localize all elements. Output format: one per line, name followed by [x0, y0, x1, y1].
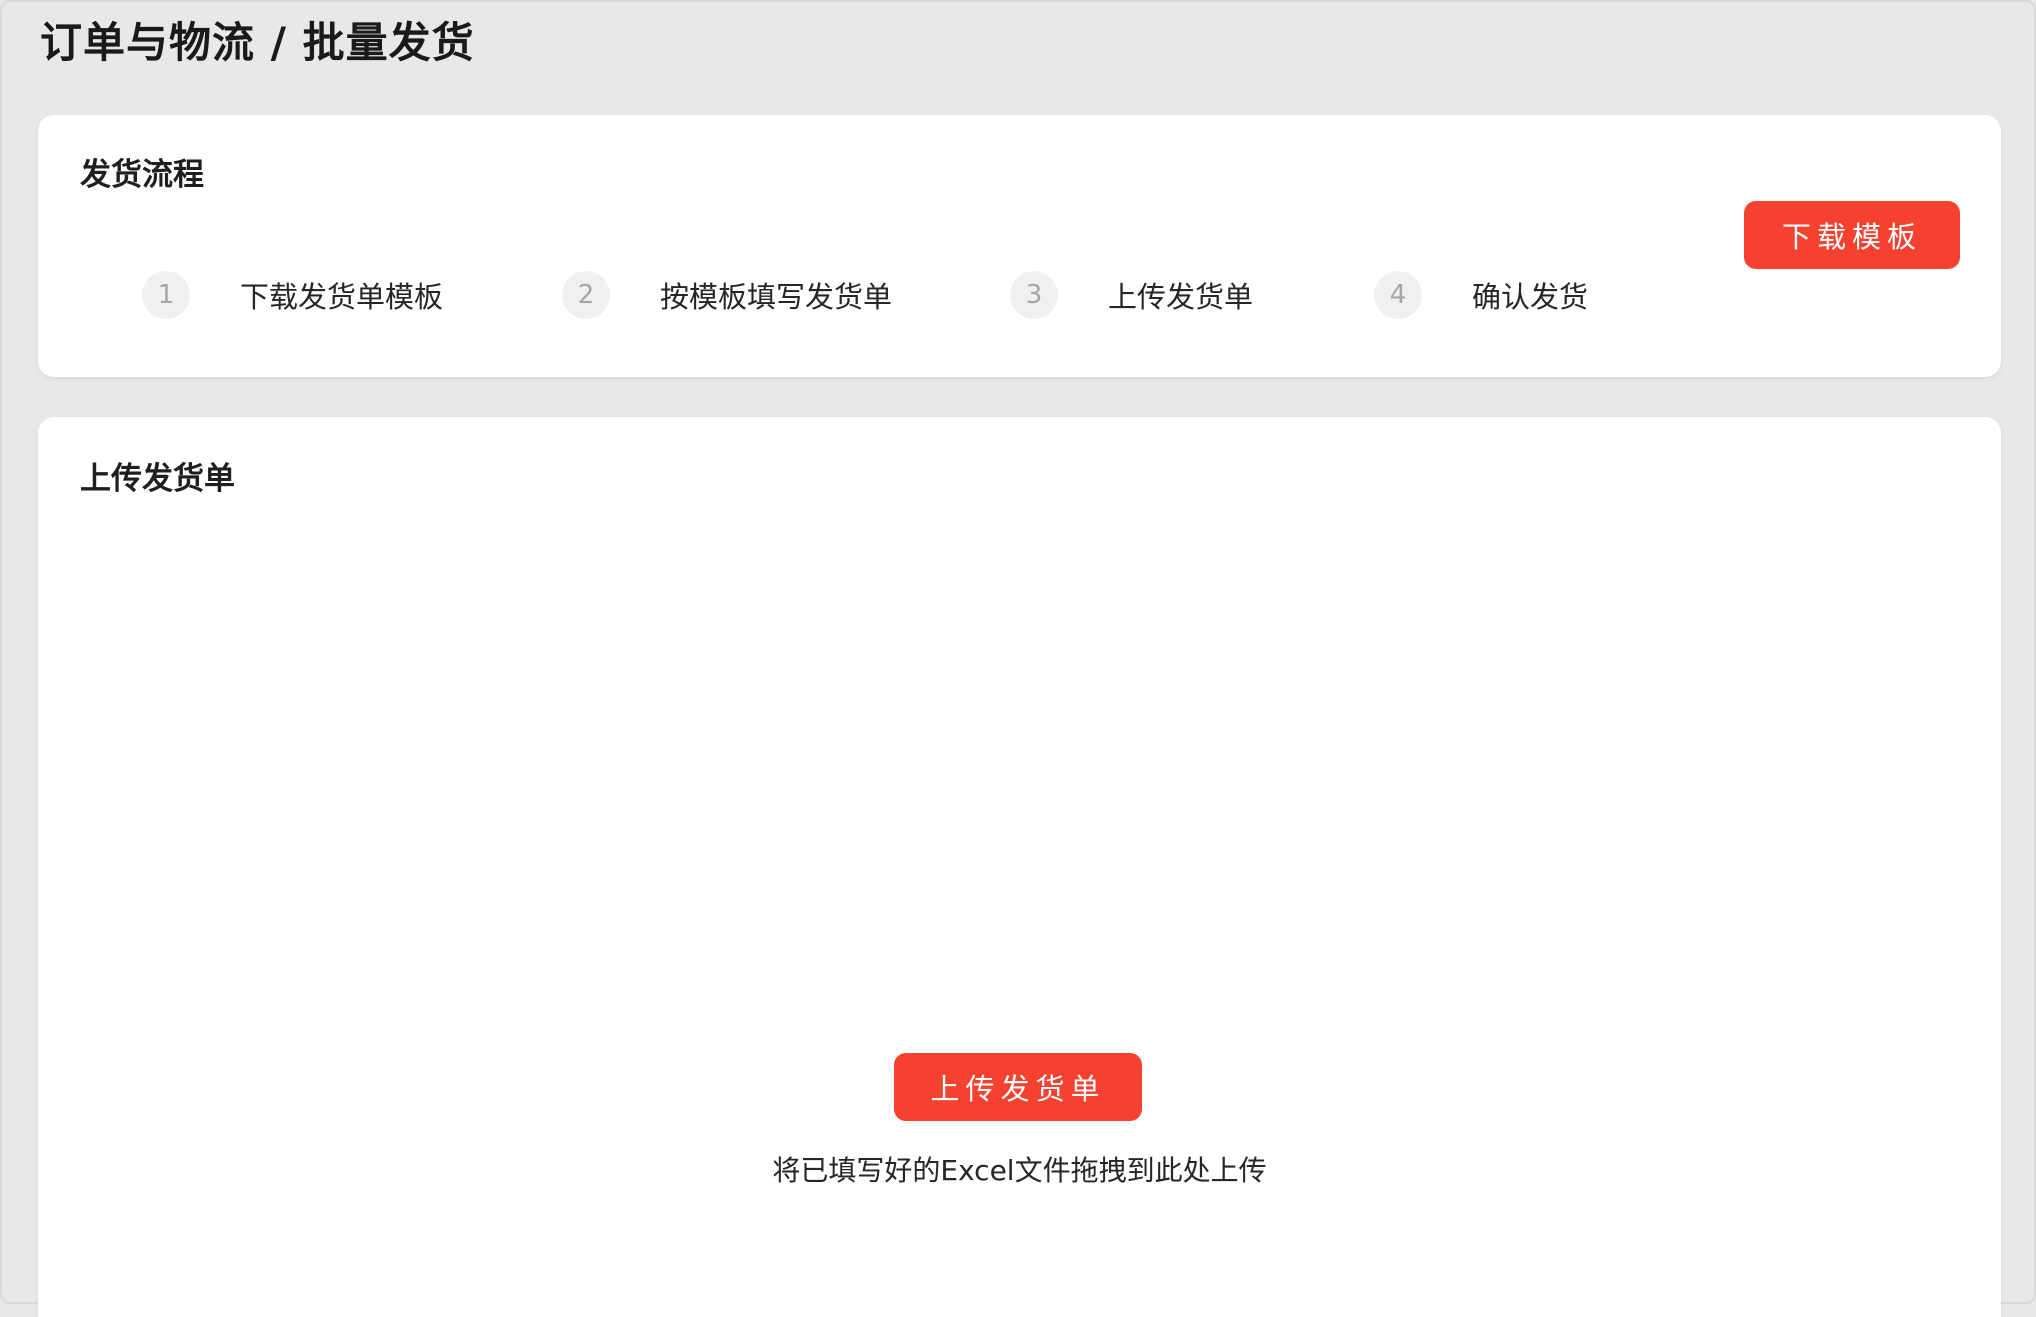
upload-card-title: 上传发货单 [80, 461, 235, 497]
step-confirm-shipping: 4 确认发货 [1374, 265, 1588, 325]
step-label: 上传发货单 [1108, 280, 1254, 314]
step-download-template: 1 下载发货单模板 [142, 265, 443, 325]
upload-hint-text: 将已填写好的Excel文件拖拽到此处上传 [772, 1154, 1267, 1187]
step-number-badge: 2 [562, 271, 610, 319]
step-number-badge: 4 [1374, 271, 1422, 319]
step-label: 确认发货 [1472, 280, 1589, 314]
upload-shipping-button[interactable]: 上传发货单 [894, 1053, 1142, 1121]
shipping-process-card: 发货流程 1 下载发货单模板 2 按模板填写发货单 3 上传发货单 4 确认发货… [38, 115, 2001, 377]
process-steps: 1 下载发货单模板 2 按模板填写发货单 3 上传发货单 4 确认发货 [38, 265, 1738, 325]
step-label: 按模板填写发货单 [660, 280, 893, 314]
step-number-badge: 1 [142, 271, 190, 319]
process-card-title: 发货流程 [80, 157, 204, 193]
download-template-button[interactable]: 下载模板 [1744, 201, 1960, 269]
upload-shipping-card: 上传发货单 上传发货单 将已填写好的Excel文件拖拽到此处上传 [38, 417, 2001, 1317]
step-fill-form: 2 按模板填写发货单 [562, 265, 892, 325]
step-upload-form: 3 上传发货单 [1010, 265, 1253, 325]
page-title: 订单与物流 / 批量发货 [40, 18, 475, 67]
step-label: 下载发货单模板 [240, 280, 444, 314]
step-number-badge: 3 [1010, 271, 1058, 319]
